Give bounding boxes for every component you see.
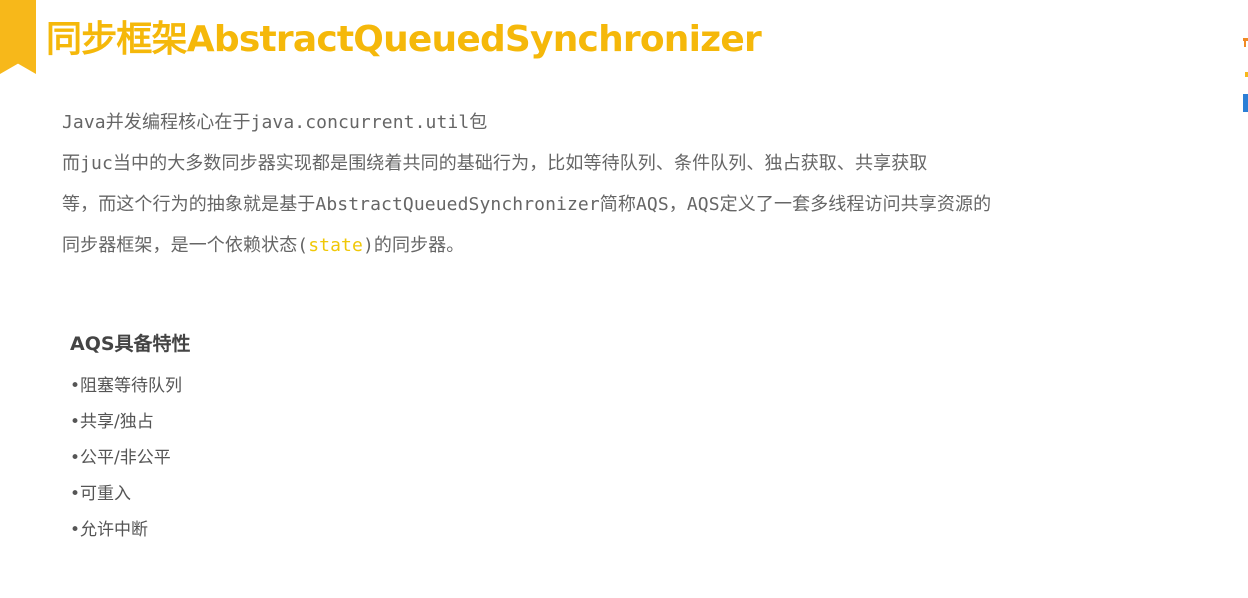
intro-line-4: 同步器框架，是一个依赖状态(state)的同步器。 [62, 225, 1182, 266]
state-keyword: state [308, 235, 363, 256]
feature-item-fair-unfair: •公平/非公平 [70, 448, 171, 468]
intro-line-1: Java并发编程核心在于java.concurrent.util包 [62, 112, 488, 133]
intro-line-4-before: 同步器框架，是一个依赖状态( [62, 235, 309, 256]
orange-mark-stem [1244, 41, 1246, 47]
blue-mark [1243, 94, 1248, 112]
intro-line-3: 等，而这个行为的抽象就是基于AbstractQueuedSynchronizer… [62, 194, 992, 215]
features-list: •阻塞等待队列 •共享/独占 •公平/非公平 •可重入 •允许中断 [70, 368, 182, 548]
intro-line-4-after: )的同步器。 [362, 235, 465, 256]
edge-decoration [1240, 38, 1248, 114]
feature-item-interruptible: •允许中断 [70, 520, 149, 540]
bookmark-ribbon [0, 0, 36, 74]
feature-item-shared-exclusive: •共享/独占 [70, 412, 154, 432]
feature-item-blocking-queue: •阻塞等待队列 [70, 376, 183, 396]
intro-paragraph: Java并发编程核心在于java.concurrent.util包 而juc当中… [62, 102, 1182, 266]
intro-line-2: 而juc当中的大多数同步器实现都是围绕着共同的基础行为，比如等待队列、条件队列、… [62, 153, 928, 174]
feature-item-reentrant: •可重入 [70, 484, 132, 504]
features-heading: AQS具备特性 [70, 333, 191, 355]
slide-title: 同步框架AbstractQueuedSynchronizer [46, 19, 762, 60]
